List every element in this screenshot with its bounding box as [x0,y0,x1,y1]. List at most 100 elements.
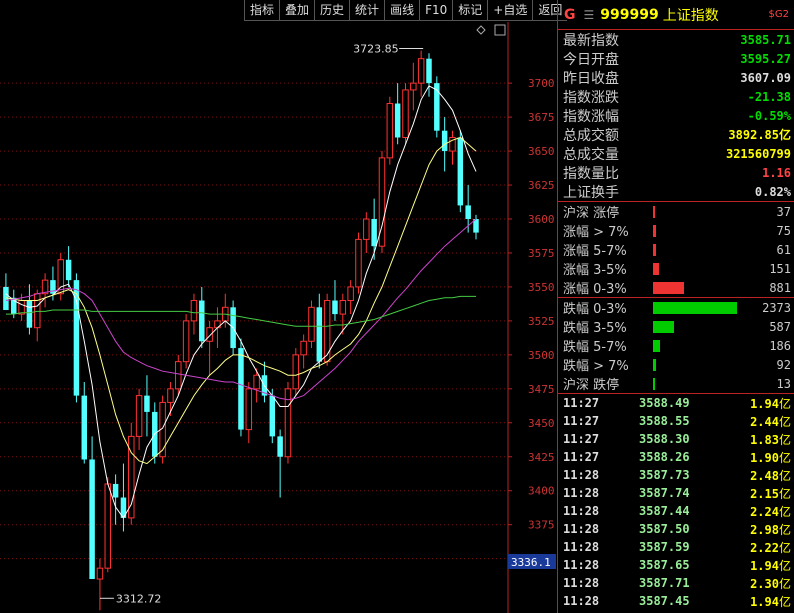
tick-volume: 2.48亿 [750,467,794,484]
tick-row: 11:28 3587.74 2.15亿 [558,484,794,502]
breadth-bar [653,205,655,218]
tick-row: 11:27 3588.30 1.83亿 [558,430,794,448]
tick-volume-value: 2.98 [750,522,779,537]
stat-row: 指数量比 1.16 [558,163,794,182]
tick-row: 11:28 3587.44 2.24亿 [558,502,794,520]
diamond-icon[interactable] [476,25,486,35]
stats-section: 最新指数 3585.71 今日开盘 3595.27 昨日收盘 3607.09 指数涨跌 -21… [558,30,794,202]
stat-row: 今日开盘 3595.27 [558,49,794,68]
tick-volume-value: 2.48 [750,468,779,483]
stat-label: 总成交额 [563,127,619,144]
quote-panel: G ☰ 999999 上证指数 $G2 最新指数 3585.71 今日开盘 3595.… [557,0,794,613]
breadth-label: 涨幅 > 7% [563,225,629,240]
tick-volume: 2.98亿 [750,521,794,538]
y-tick-label: 3575 [528,247,555,260]
candlestick-chart[interactable]: 3350337534003425345034753500352535503575… [0,0,556,613]
market-mark: G [564,6,576,23]
candle-body [190,300,198,322]
min-price-label: 3312.72 [116,592,162,605]
breadth-row: 跌幅 3-5% 587 [558,317,794,337]
candle-body [245,388,253,431]
candle-body [339,300,347,315]
candle-body [277,436,283,457]
y-tick-label: 3400 [528,485,555,498]
tick-row: 11:27 3588.49 1.94亿 [558,394,794,412]
stat-row: 总成交额 3892.85亿 [558,125,794,144]
breadth-row: 涨幅 0-3% 881 [558,278,794,298]
toolbar-button-1[interactable]: 叠加 [279,0,315,21]
candle-body [112,483,119,498]
menu-icon[interactable]: ☰ [584,8,595,22]
stat-row: 指数涨幅 -0.59% [558,106,794,125]
toolbar-button-6[interactable]: 标记 [452,0,488,21]
candle-body [402,89,409,138]
breadth-row: 涨幅 5-7% 61 [558,240,794,260]
candle-body [199,300,205,342]
tick-volume-value: 1.83 [750,432,779,447]
stat-value: -0.59% [747,108,791,123]
breadth-label: 沪深 跌停 [563,378,620,393]
breadth-count: 75 [776,223,791,238]
tick-list[interactable]: 11:27 3588.49 1.94亿 11:27 3588.55 2.44亿 11:27 3… [558,394,794,610]
toolbar-button-2[interactable]: 历史 [314,0,350,21]
tick-volume: 1.94亿 [750,593,794,610]
panel-toggle-icon[interactable] [494,24,506,36]
tick-row: 11:27 3588.55 2.44亿 [558,412,794,430]
breadth-down-section: 跌幅 0-3% 2373 跌幅 3-5% 587 跌幅 5-7% 186 跌幅 > 7% 92… [558,298,794,394]
toolbar-button-4[interactable]: 画线 [384,0,420,21]
tick-volume-unit: 亿 [778,594,791,609]
candle-body [371,219,377,247]
tick-time: 11:28 [563,486,600,500]
candle-body [81,395,88,460]
tick-price: 3587.45 [639,594,690,608]
tick-time: 11:28 [563,594,600,608]
stat-label: 总成交量 [563,146,619,163]
tick-volume-unit: 亿 [778,486,791,501]
breadth-bar [653,358,656,371]
candle-body [96,567,104,580]
tick-time: 11:27 [563,450,600,464]
breadth-row: 跌幅 > 7% 92 [558,355,794,375]
candle-body [426,58,432,84]
tick-price: 3587.71 [639,576,690,590]
stat-label: 昨日收盘 [563,70,619,87]
breadth-bar [653,243,656,256]
stat-value: -21.38 [747,89,791,104]
stat-value: 3595.27 [740,51,791,66]
stat-row: 指数涨跌 -21.38 [558,87,794,106]
toolbar-button-5[interactable]: F10 [419,0,453,21]
tick-price: 3587.50 [639,522,690,536]
tick-price: 3588.49 [639,396,690,410]
stat-value: 321560799 [725,146,791,161]
tick-time: 11:28 [563,504,600,518]
tick-row: 11:28 3587.73 2.48亿 [558,466,794,484]
tick-price: 3588.26 [639,450,690,464]
breadth-label: 跌幅 3-5% [563,321,627,336]
y-tick-label: 3525 [528,315,555,328]
stat-row: 总成交量 321560799 [558,144,794,163]
index-header: G ☰ 999999 上证指数 $G2 [558,0,794,30]
index-code: 999999 [600,6,659,23]
breadth-row: 沪深 跌停 13 [558,374,794,394]
tick-volume-unit: 亿 [778,576,791,591]
y-tick-label: 3625 [528,179,555,192]
tick-volume: 2.30亿 [750,575,794,592]
breadth-label: 涨幅 0-3% [563,282,627,297]
stat-label: 指数涨跌 [563,89,619,106]
stat-label: 今日开盘 [563,51,619,68]
y-tick-label: 3450 [528,417,555,430]
tick-volume-unit: 亿 [778,522,791,537]
stat-label: 指数涨幅 [563,108,619,125]
breadth-bar [653,377,655,390]
breadth-bar [653,224,656,237]
toolbar-button-7[interactable]: +自选 [487,0,533,21]
toolbar-button-3[interactable]: 统计 [349,0,385,21]
tick-price: 3587.74 [639,486,690,500]
toolbar-button-0[interactable]: 指标 [244,0,280,21]
candle-body [292,354,300,390]
breadth-count: 186 [769,338,791,353]
tick-volume: 2.15亿 [750,485,794,502]
breadth-label: 沪深 涨停 [563,206,620,221]
tick-price: 3587.59 [639,540,690,554]
tick-time: 11:28 [563,522,600,536]
